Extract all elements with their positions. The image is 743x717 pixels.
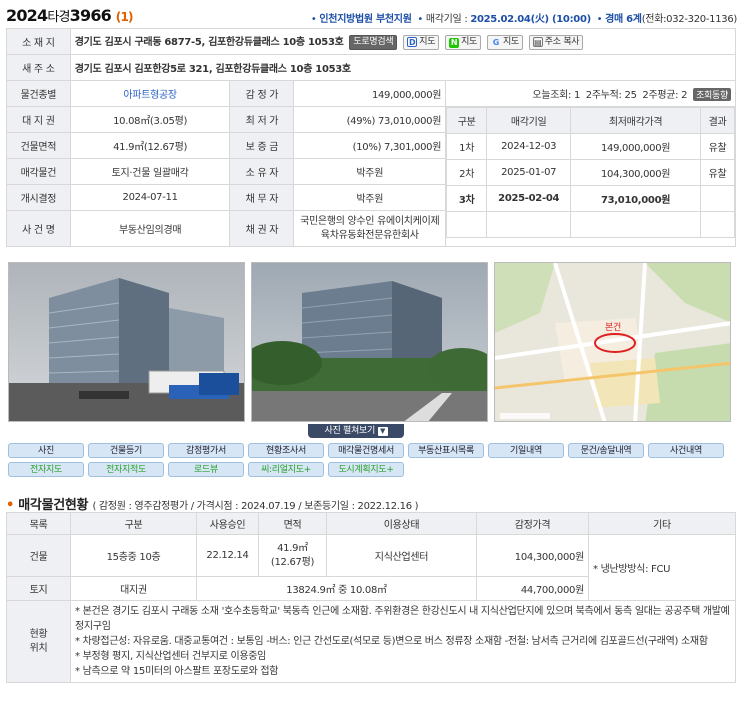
court-name[interactable]: 인천지방법원 부천지원 [319, 14, 411, 25]
naver-map-button[interactable]: N 지도 [445, 34, 482, 50]
map-subject-label: 본건 [605, 322, 621, 333]
copy-address-button[interactable]: ▤ 주소 복사 [528, 34, 584, 50]
owner: 박주원 [293, 158, 447, 185]
photo-strip: 본건 [8, 262, 736, 422]
items-table: 목록 구분 사용승인 면적 이용상태 감정가격 기타 건물 15층중 10층 22.12.1… [6, 512, 736, 683]
history-row: 2차 2025-01-07 104,300,000원 유찰 [446, 159, 735, 186]
building-photo-2[interactable] [251, 262, 488, 422]
expand-photos-button[interactable]: 사진 펼쳐보기 ▼ [308, 424, 404, 438]
min-price: (49%) 73,010,000원 [293, 106, 447, 133]
land-right: 10.08㎡(3.05평) [69, 106, 231, 133]
view-trend-button[interactable]: 조회동향 [693, 88, 731, 101]
road-search-button[interactable]: 도로명검색 [349, 34, 398, 50]
address: 경기도 김포시 구래동 6877-5, 김포한강듀클래스 10층 1053호 [74, 37, 344, 49]
tab-document-delivery[interactable]: 문건/송달내역 [568, 443, 644, 458]
section-subtitle: ( 감정원 : 영주감정평가 / 가격시점 : 2024.07.19 / 보존등… [92, 501, 419, 512]
tab-e-map[interactable]: 전자지도 [8, 462, 84, 477]
debtor: 박주원 [293, 184, 447, 211]
daum-icon: D [407, 36, 418, 47]
tab-date-history[interactable]: 기일내역 [488, 443, 564, 458]
case-number: 2024타경3966 (1) [6, 6, 134, 25]
chevron-down-icon: ▼ [377, 427, 388, 436]
sale-object: 토지·건물 일괄매각 [69, 158, 231, 185]
naver-icon: N [449, 37, 460, 48]
new-address: 경기도 김포시 김포한강5로 321, 김포한강듀클래스 10층 1053호 [74, 64, 351, 75]
history-row: 1차 2024-12-03 149,000,000원 유찰 [446, 133, 735, 160]
daum-map-button[interactable]: D 지도 [403, 34, 440, 50]
case-count: (1) [115, 10, 134, 24]
sale-history-table: 구분 매각기일 최저매각가격 결과 1차 2024-12-03 149,000,00… [446, 107, 735, 238]
deposit: (10%) 7,301,000원 [293, 132, 447, 159]
building-photo-1[interactable] [8, 262, 245, 422]
history-row: 3차 2025-02-04 73,010,000원 [446, 185, 735, 212]
tab-real-map[interactable]: 씨:리얼지도+ [248, 462, 324, 477]
tab-property-list[interactable]: 부동산표시목록 [408, 443, 484, 458]
copy-icon: ▤ [532, 36, 543, 47]
sale-date: 2025.02.04(火) (10:00) [470, 14, 591, 25]
building-area: 41.9㎡(12.67평) [69, 132, 231, 159]
auction-dept: 경매 6계 [605, 14, 642, 25]
case-name: 부동산임의경매 [69, 210, 231, 247]
tab-urban-plan-map[interactable]: 도시계획지도+ [328, 462, 404, 477]
tab-case-history[interactable]: 사건내역 [648, 443, 724, 458]
property-type[interactable]: 아파트형공장 [69, 80, 231, 107]
google-icon: G [492, 37, 500, 47]
location-notes: * 본건은 경기도 김포시 구래동 소재 '호수초등학교' 북동측 인근에 소재… [70, 600, 736, 683]
etc-note: * 냉난방방식: FCU [588, 534, 736, 601]
creditor: 국민은행의 양수인 유에이치케이제육차유동화전문유한회사 [293, 210, 447, 247]
location-map[interactable]: 본건 [494, 262, 731, 422]
appraisal-price: 149,000,000원 [293, 80, 447, 107]
tab-status-report[interactable]: 현황조사서 [248, 443, 324, 458]
section-title: • 매각물건현황 ( 감정원 : 영주감정평가 / 가격시점 : 2024.07… [6, 498, 419, 513]
tab-roadview[interactable]: 로드뷰 [168, 462, 244, 477]
tab-photos[interactable]: 사진 [8, 443, 84, 458]
view-stats: 오늘조회: 1 2주누적: 25 2주평균: 2 조회동향 [445, 80, 736, 107]
dept-phone: (전화:032-320-1136) [641, 14, 738, 25]
start-date: 2024-07-11 [69, 184, 231, 211]
google-map-button[interactable]: G 지도 [486, 34, 523, 50]
tab-sale-specification[interactable]: 매각물건명세서 [328, 443, 404, 458]
header-info: • 인천지방법원 부천지원 • 매각기일 : 2025.02.04(火) (10… [310, 14, 738, 25]
table-row: 건물 15층중 10층 22.12.14 41.9㎡ (12.67평) 지식산업센… [6, 534, 736, 601]
tab-cadastral-map[interactable]: 전자지적도 [88, 462, 164, 477]
tab-building-registry[interactable]: 건물등기 [88, 443, 164, 458]
tab-appraisal[interactable]: 감정평가서 [168, 443, 244, 458]
case-header: 2024타경3966 (1) • 인천지방법원 부천지원 • 매각기일 : 20… [6, 4, 739, 26]
table-row: 현황 위치 * 본건은 경기도 김포시 구래동 소재 '호수초등학교' 북동측 인… [6, 600, 736, 683]
property-info-table: 소 재 지 경기도 김포시 구래동 6877-5, 김포한강듀클래스 10층 1… [6, 28, 737, 247]
